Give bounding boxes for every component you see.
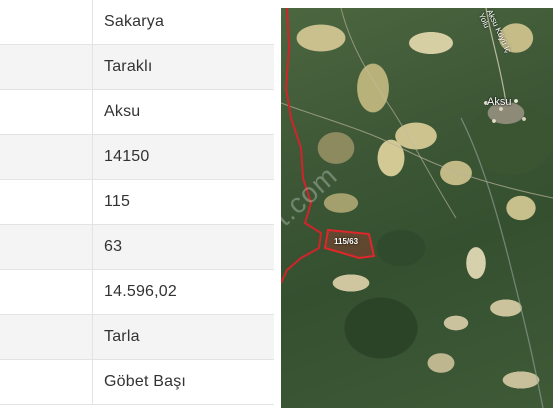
row-label-cell bbox=[0, 45, 92, 89]
parcel-value: 63 bbox=[92, 225, 274, 269]
row-label-cell bbox=[0, 180, 92, 224]
neighborhood-value: Aksu bbox=[92, 90, 274, 134]
row-label-cell bbox=[0, 315, 92, 359]
row-label-cell bbox=[0, 135, 92, 179]
code-value: 14150 bbox=[92, 135, 274, 179]
district-boundary bbox=[281, 8, 323, 284]
table-row: 115 bbox=[0, 180, 274, 225]
map-overlay bbox=[281, 8, 553, 408]
property-details-table: Sakarya Taraklı Aksu 14150 115 63 14.596… bbox=[0, 0, 274, 415]
stream-line bbox=[460, 117, 544, 408]
province-value: Sakarya bbox=[92, 0, 274, 44]
row-label-cell bbox=[0, 270, 92, 314]
parcel-label: 115/63 bbox=[334, 237, 359, 246]
block-value: 115 bbox=[92, 180, 274, 224]
row-label-cell bbox=[0, 90, 92, 134]
table-row: 14150 bbox=[0, 135, 274, 180]
table-row: Taraklı bbox=[0, 45, 274, 90]
satellite-map[interactable]: Aksu Köyü İç Yolu Aksu 115/63 emlakjet.c… bbox=[281, 8, 553, 408]
road-line bbox=[340, 8, 457, 219]
location-name-value: Göbet Başı bbox=[92, 360, 274, 404]
area-value: 14.596,02 bbox=[92, 270, 274, 314]
table-row: 14.596,02 bbox=[0, 270, 274, 315]
village-label: Aksu bbox=[487, 96, 512, 108]
land-type-value: Tarla bbox=[92, 315, 274, 359]
district-value: Taraklı bbox=[92, 45, 274, 89]
table-row: Göbet Başı bbox=[0, 360, 274, 405]
row-label-cell bbox=[0, 225, 92, 269]
table-row: 63 bbox=[0, 225, 274, 270]
table-row: Aksu bbox=[0, 90, 274, 135]
table-row: Tarla bbox=[0, 315, 274, 360]
row-label-cell bbox=[0, 360, 92, 404]
table-row: Sakarya bbox=[0, 0, 274, 45]
row-label-cell bbox=[0, 0, 92, 44]
